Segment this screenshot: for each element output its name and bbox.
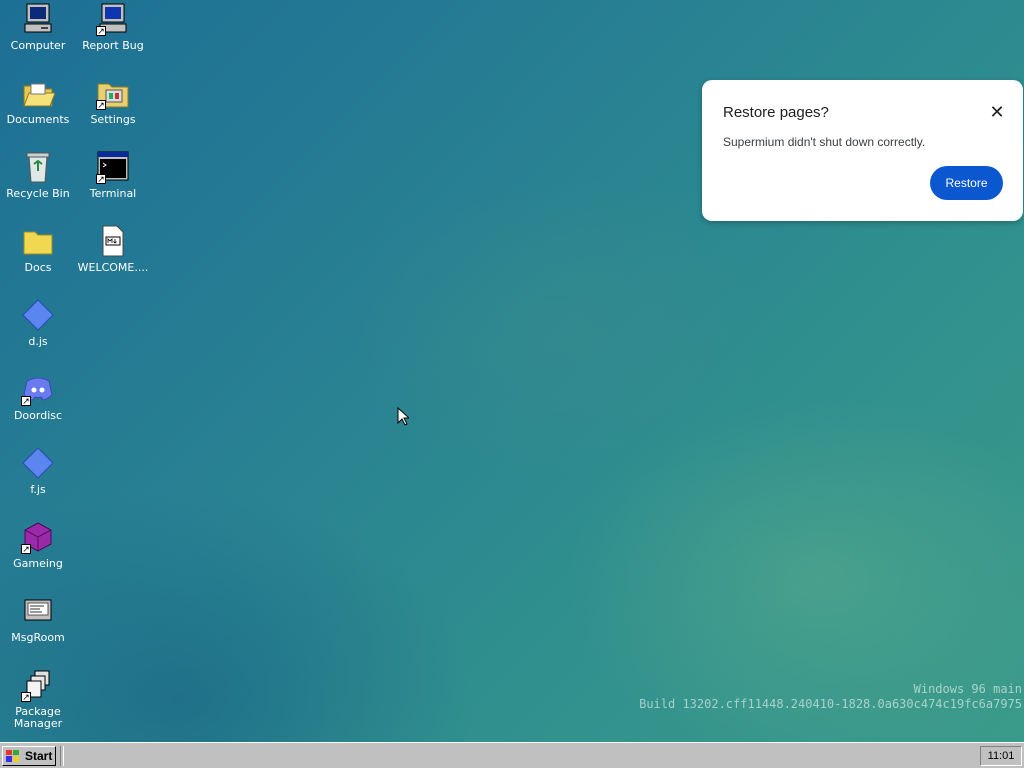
computer-icon — [21, 2, 55, 36]
report-bug-icon: ↗ — [96, 2, 130, 36]
watermark-line-1: Windows 96 main — [913, 682, 1022, 696]
desktop-icon-msgroom[interactable]: MsgRoom — [2, 594, 74, 644]
terminal-icon: ↗ — [96, 150, 130, 184]
shortcut-arrow-icon: ↗ — [96, 26, 106, 36]
desktop-icon-label: WELCOME.... — [77, 261, 149, 274]
shortcut-arrow-icon: ↗ — [21, 396, 31, 406]
shortcut-arrow-icon: ↗ — [21, 544, 31, 554]
close-icon[interactable]: ✕ — [987, 102, 1007, 122]
diamond-file-icon — [21, 446, 55, 480]
shortcut-arrow-icon: ↗ — [21, 692, 31, 702]
shortcut-arrow-icon: ↗ — [96, 174, 106, 184]
shortcut-arrow-icon: ↗ — [96, 100, 106, 110]
taskbar: Start 11:01 — [0, 742, 1024, 768]
desktop-icon-label: Settings — [90, 113, 136, 126]
desktop-icon-report-bug[interactable]: ↗ Report Bug — [77, 2, 149, 52]
watermark-line-2: Build 13202.cff11448.240410-1828.0a630c4… — [639, 697, 1022, 711]
desktop-icon-label: d.js — [28, 335, 48, 348]
desktop-icon-label: Doordisc — [13, 409, 63, 422]
start-logo-icon — [6, 750, 19, 762]
desktop-icon-doordisc[interactable]: ↗ Doordisc — [2, 372, 74, 422]
package-icon: ↗ — [21, 668, 55, 702]
desktop-icon-label: Recycle Bin — [6, 187, 70, 200]
folder-icon — [21, 224, 55, 258]
desktop-icon-label: f.js — [30, 483, 46, 496]
recycle-bin-icon — [21, 150, 55, 184]
start-label: Start — [25, 749, 53, 763]
desktop-icon-gameing[interactable]: ↗ Gameing — [2, 520, 74, 570]
discord-icon: ↗ — [21, 372, 55, 406]
popup-title: Restore pages? — [723, 104, 829, 121]
desktop-icon-welcome[interactable]: WELCOME.... — [77, 224, 149, 274]
restore-button[interactable]: Restore — [930, 166, 1003, 200]
mouse-cursor-icon — [397, 407, 409, 426]
desktop-icon-docs[interactable]: Docs — [2, 224, 74, 274]
desktop-icon-label: Package Manager — [13, 705, 63, 730]
popup-message: Supermium didn't shut down correctly. — [723, 135, 926, 149]
desktop-icon-documents[interactable]: Documents — [2, 76, 74, 126]
desktop-icon-fjs[interactable]: f.js — [2, 446, 74, 496]
desktop-icon-terminal[interactable]: ↗ Terminal — [77, 150, 149, 200]
diamond-file-icon — [21, 298, 55, 332]
settings-folder-icon: ↗ — [96, 76, 130, 110]
tray-clock[interactable]: 11:01 — [980, 746, 1022, 766]
desktop-icon-label: Report Bug — [82, 39, 144, 52]
desktop-icon-label: Computer — [10, 39, 66, 52]
cube-icon: ↗ — [21, 520, 55, 554]
desktop-icon-label: Terminal — [89, 187, 137, 200]
desktop-icon-computer[interactable]: Computer — [2, 2, 74, 52]
start-button[interactable]: Start — [2, 746, 56, 766]
taskbar-divider — [60, 746, 64, 766]
build-watermark: Windows 96 main Build 13202.cff11448.240… — [639, 682, 1022, 712]
desktop-icon-label: Gameing — [13, 557, 63, 570]
msgroom-icon — [21, 594, 55, 628]
desktop-icon-label: Documents — [6, 113, 70, 126]
desktop-icon-label: MsgRoom — [11, 631, 65, 644]
desktop-icon-recycle-bin[interactable]: Recycle Bin — [2, 150, 74, 200]
desktop-icon-package-manager[interactable]: ↗ Package Manager — [2, 668, 74, 730]
desktop-icon-label: Docs — [24, 261, 52, 274]
restore-pages-popup: Restore pages? ✕ Supermium didn't shut d… — [702, 80, 1023, 221]
markdown-file-icon — [96, 224, 130, 258]
desktop-icon-djs[interactable]: d.js — [2, 298, 74, 348]
desktop-icon-settings[interactable]: ↗ Settings — [77, 76, 149, 126]
folder-open-icon — [21, 76, 56, 110]
